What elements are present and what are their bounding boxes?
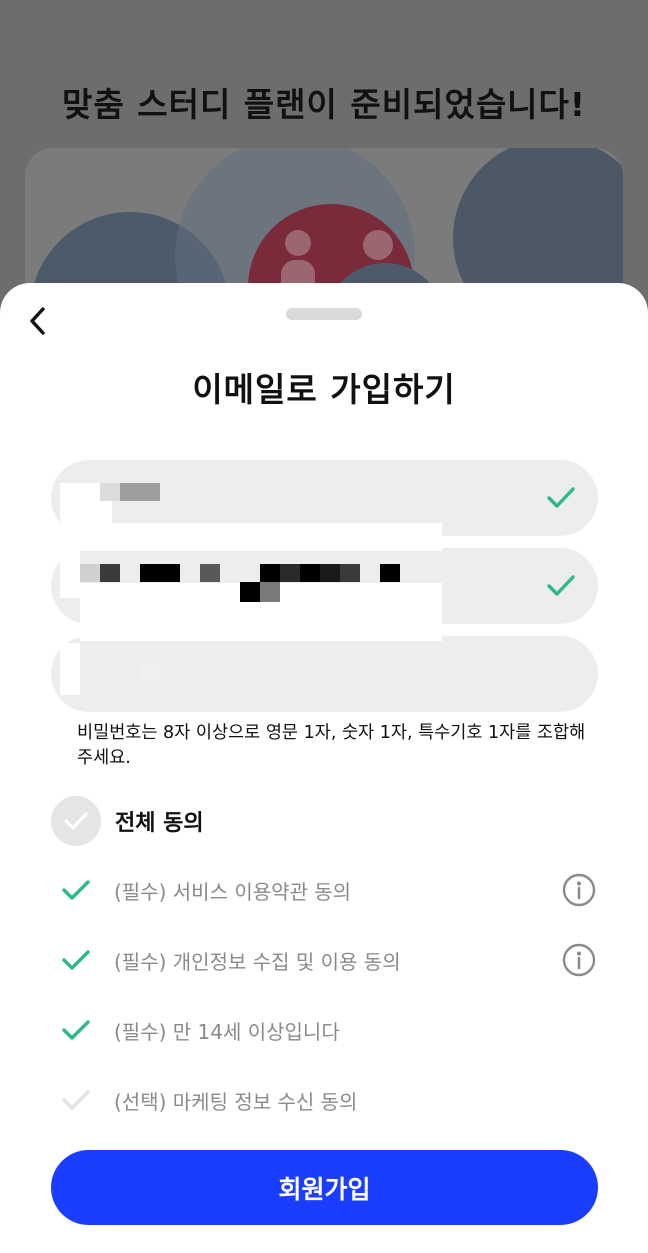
term-label[interactable]: (필수) 서비스 이용약관 동의: [114, 876, 351, 905]
info-icon[interactable]: [562, 943, 596, 977]
signup-sheet: 이메일로 가입하기 비밀번호는 8자 이상으로 영문 1자, 숫자 1자, 특수…: [0, 283, 648, 1253]
term-item: (필수) 서비스 이용약관 동의: [62, 870, 602, 910]
term-label[interactable]: (선택) 마케팅 정보 수신 동의: [114, 1086, 357, 1115]
password-confirm-field[interactable]: [51, 636, 598, 714]
signup-button[interactable]: 회원가입: [51, 1150, 598, 1225]
agree-all-checkbox[interactable]: [51, 796, 101, 846]
term-item: (선택) 마케팅 정보 수신 동의: [62, 1080, 602, 1120]
drag-handle[interactable]: [286, 308, 362, 320]
person-icon: [363, 230, 393, 260]
back-button[interactable]: [22, 303, 58, 339]
check-icon: [547, 575, 575, 596]
check-icon[interactable]: [62, 1088, 90, 1112]
background-title: 맞춤 스터디 플랜이 준비되었습니다!: [62, 85, 586, 124]
term-label[interactable]: (필수) 만 14세 이상입니다: [114, 1016, 340, 1045]
term-item: (필수) 개인정보 수집 및 이용 동의: [62, 940, 602, 980]
chevron-left-icon: [30, 307, 45, 335]
info-icon[interactable]: [562, 873, 596, 907]
check-icon[interactable]: [62, 878, 90, 902]
term-label[interactable]: (필수) 개인정보 수집 및 이용 동의: [114, 946, 401, 975]
password-hint: 비밀번호는 8자 이상으로 영문 1자, 숫자 1자, 특수기호 1자를 조합해…: [77, 723, 586, 768]
term-item: (필수) 만 14세 이상입니다: [62, 1010, 602, 1050]
agree-all-label: 전체 동의: [115, 811, 204, 836]
check-icon[interactable]: [62, 948, 90, 972]
agree-all-toggle[interactable]: 전체 동의: [51, 796, 204, 846]
check-icon[interactable]: [62, 1018, 90, 1042]
check-icon: [64, 812, 88, 830]
check-icon: [547, 487, 575, 508]
person-icon: [285, 230, 311, 256]
sheet-title: 이메일로 가입하기: [192, 370, 456, 409]
